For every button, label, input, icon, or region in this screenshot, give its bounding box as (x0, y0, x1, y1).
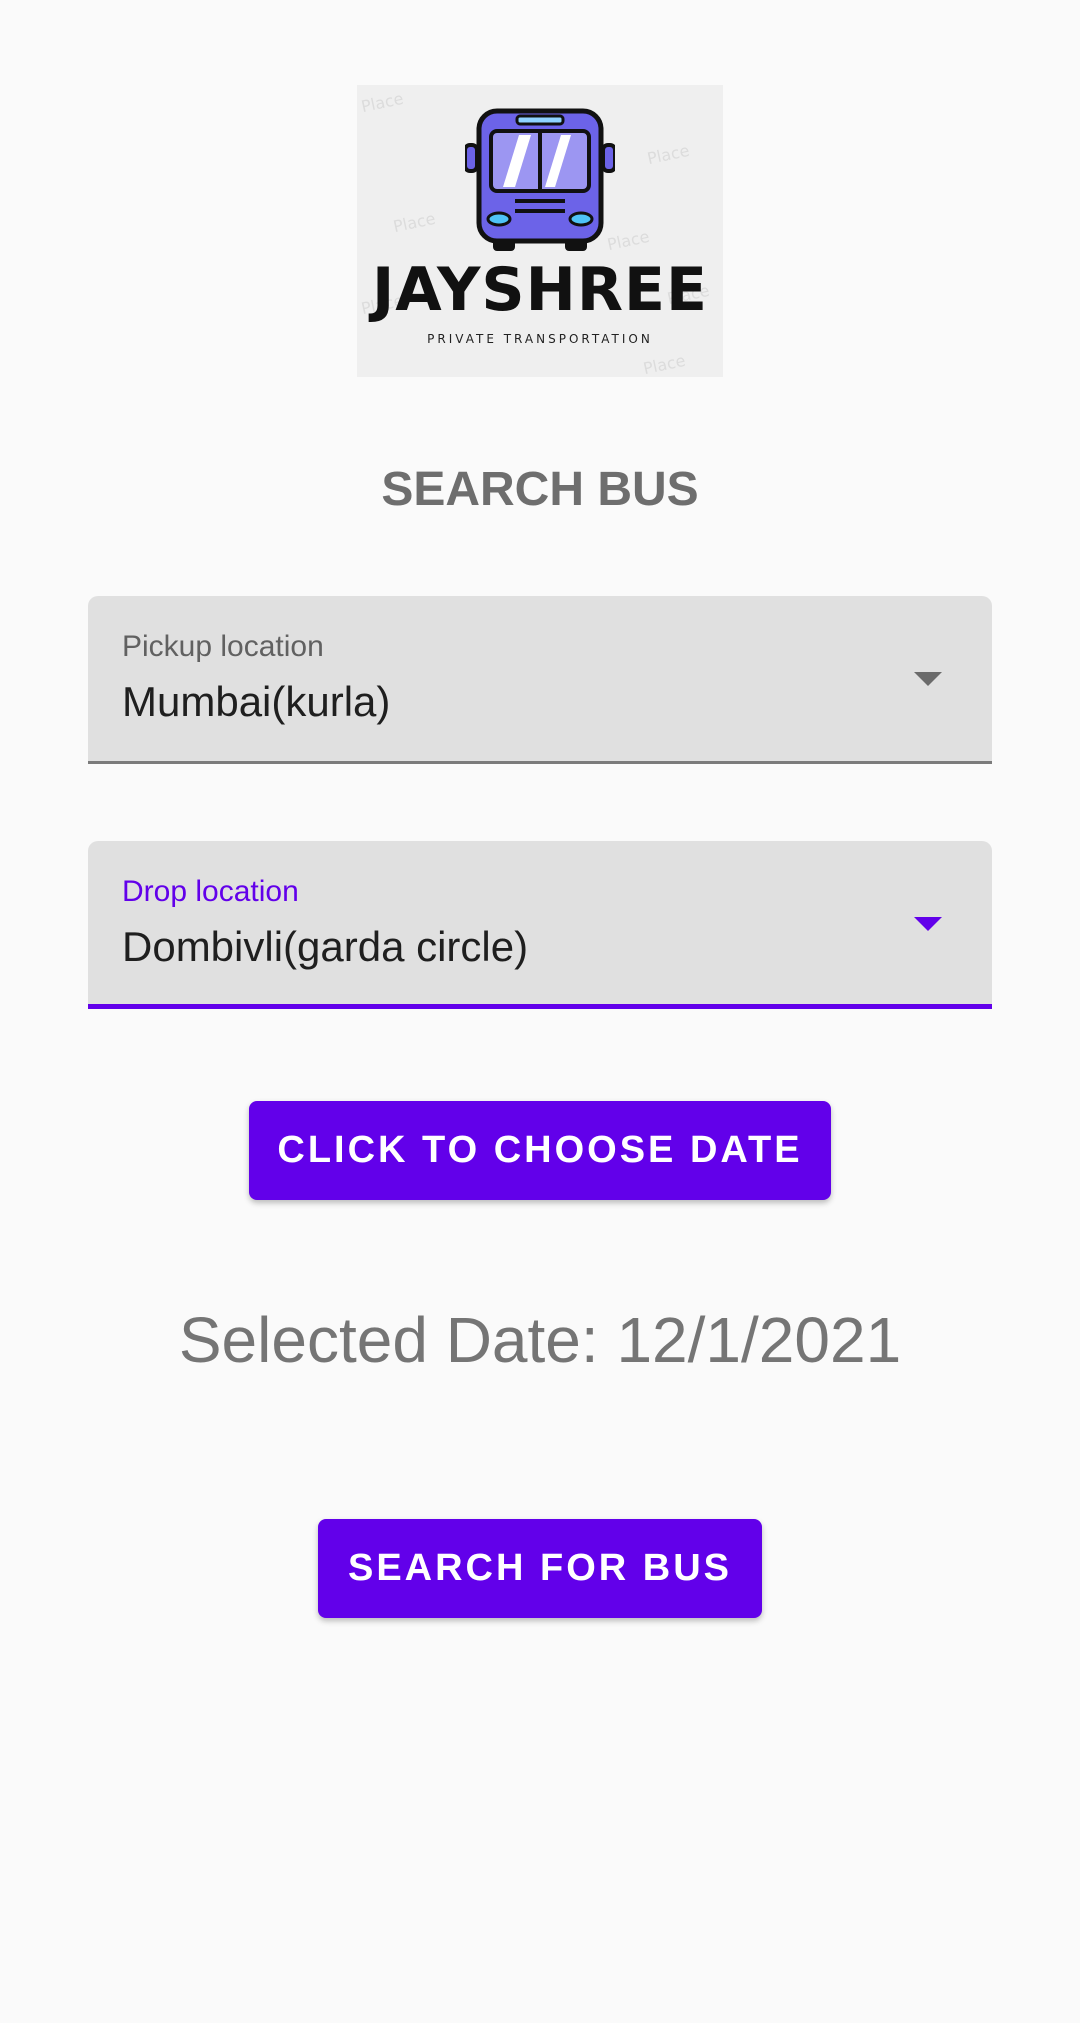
drop-location-label: Drop location (122, 875, 299, 908)
watermark-text: Place (359, 88, 406, 117)
search-bus-screen: Place Place Place Place Place Place Plac… (0, 0, 1080, 2023)
bus-icon (465, 108, 615, 251)
choose-date-button[interactable]: CLICK TO CHOOSE DATE (249, 1101, 831, 1200)
brand-name: JAYSHREE (371, 255, 709, 325)
drop-location-dropdown[interactable]: Drop location Dombivli(garda circle) (88, 841, 992, 1009)
jayshree-logo: Place Place Place Place Place Place Plac… (357, 85, 723, 377)
brand-tagline: PRIVATE TRANSPORTATION (427, 332, 653, 346)
page-title: SEARCH BUS (381, 463, 699, 516)
dropdown-arrow-icon[interactable] (914, 672, 942, 686)
watermark-text: Place (641, 350, 688, 377)
watermark-text: Place (391, 208, 438, 237)
pickup-location-value: Mumbai(kurla) (122, 678, 391, 725)
pickup-location-label: Pickup location (122, 630, 324, 663)
watermark-text: Place (645, 140, 692, 169)
selected-date-text: Selected Date: 12/1/2021 (178, 1304, 902, 1376)
search-for-bus-button[interactable]: SEARCH FOR BUS (318, 1519, 762, 1618)
drop-location-value: Dombivli(garda circle) (122, 923, 529, 970)
dropdown-arrow-icon[interactable] (914, 917, 942, 931)
pickup-location-dropdown[interactable]: Pickup location Mumbai(kurla) (88, 596, 992, 764)
